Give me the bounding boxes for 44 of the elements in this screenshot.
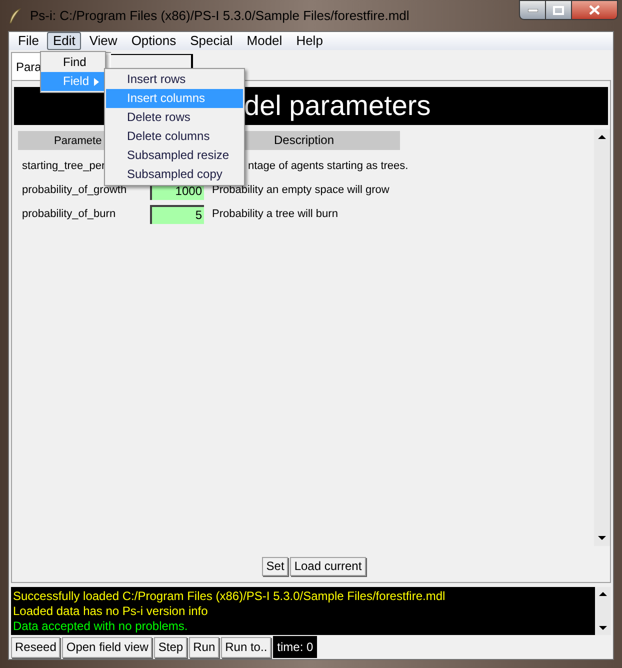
parameter-description: Probability an empty space will grow — [212, 182, 390, 198]
menu-item[interactable]: Model — [240, 32, 288, 50]
menu-item[interactable]: Delete columns — [105, 127, 244, 146]
menu-item[interactable]: File — [12, 32, 45, 50]
menu-label: Find — [63, 54, 86, 71]
column-header: Description — [272, 132, 336, 149]
parameter-name: probability_of_burn — [21, 206, 117, 222]
window-title: Ps-i: C:/Program Files (x86)/PS-I 5.3.0/Sample Files/forestfire.mdl — [30, 6, 410, 25]
menu-item[interactable]: Help — [290, 32, 329, 50]
feather-icon — [8, 8, 22, 24]
log-line: Successfully loaded C:/Program Files (x86)/PS-I 5.3.0/Sample Files/forestfire.mdl — [13, 589, 446, 604]
menu-item[interactable]: Subsampled resize — [105, 146, 244, 165]
parameter-description: Probability a tree will burn — [212, 206, 338, 222]
maximize-icon — [553, 6, 564, 14]
menu-item[interactable]: Special — [184, 32, 239, 50]
parameter-name: probability_of_growth — [21, 182, 128, 198]
menu-item[interactable]: Find — [41, 53, 105, 72]
maximize-button[interactable] — [546, 0, 572, 20]
value-field[interactable]: 5 — [150, 204, 204, 224]
toolbar-button[interactable]: Open field view — [62, 636, 152, 658]
scrollbar[interactable] — [594, 129, 610, 546]
menu-item[interactable]: Options — [125, 32, 182, 50]
toolbar-button[interactable]: Run to.. — [221, 636, 272, 658]
menu-item[interactable]: Delete rows — [105, 108, 244, 127]
column-header: Paramete — [54, 135, 102, 147]
log-line: Data accepted with no problems. — [13, 619, 189, 634]
close-button[interactable] — [572, 0, 618, 20]
close-icon — [589, 5, 600, 15]
action-button[interactable]: Load current — [290, 556, 366, 576]
minimize-button[interactable] — [519, 0, 546, 20]
scrollbar[interactable] — [595, 587, 611, 635]
toolbar-button[interactable]: Step — [154, 636, 188, 658]
action-button[interactable]: Set — [262, 556, 288, 576]
menu-item[interactable]: Insert rows — [105, 70, 244, 89]
log-line: Loaded data has no Ps-i version info — [13, 604, 209, 619]
time-display: time: 0 — [273, 636, 318, 658]
menu-item[interactable]: Edit — [46, 32, 82, 50]
parameter-name: starting_tree_per — [21, 158, 106, 174]
menu-item[interactable]: View — [83, 32, 124, 50]
minimize-icon — [528, 8, 538, 12]
menu-label: Field — [63, 73, 90, 90]
parameter-description: ntage of agents starting as trees. — [248, 158, 408, 174]
toolbar-button[interactable]: Reseed — [11, 636, 60, 658]
toolbar-button[interactable]: Run — [189, 636, 220, 658]
